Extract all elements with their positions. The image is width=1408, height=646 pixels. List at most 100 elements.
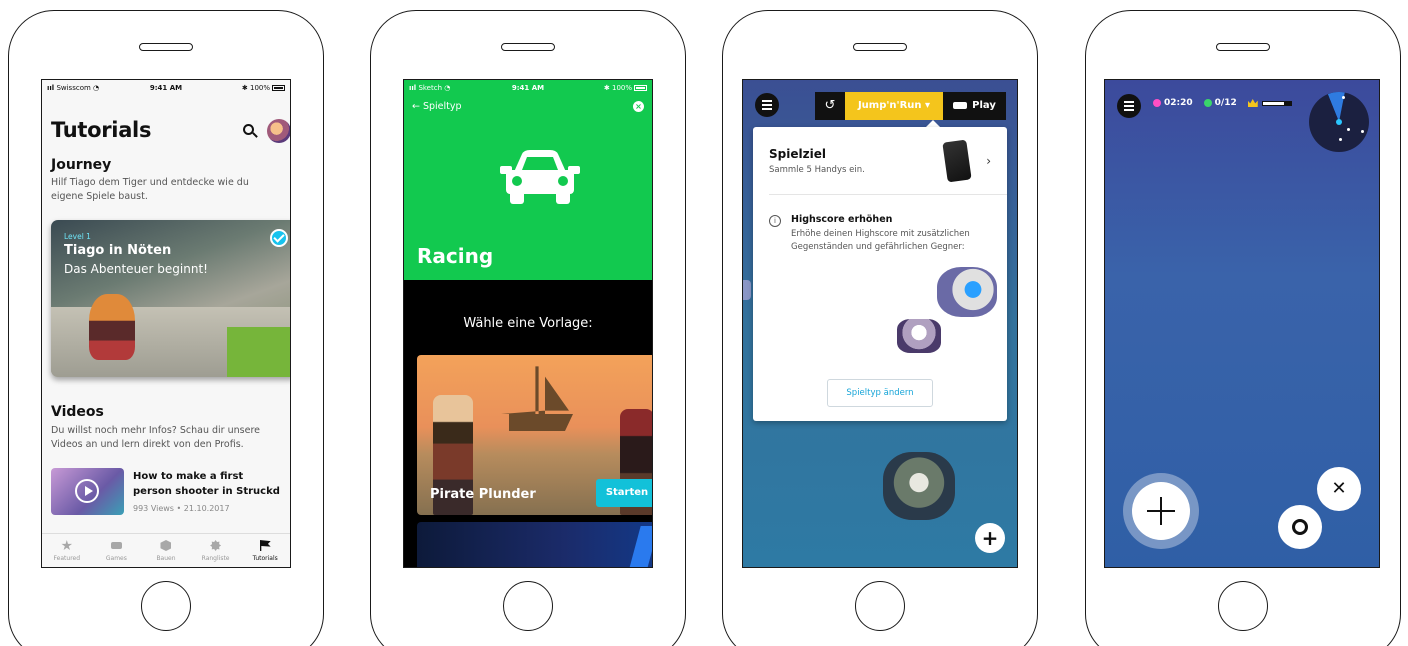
circle-action-button[interactable] bbox=[1278, 505, 1322, 549]
chevron-right-icon[interactable]: › bbox=[986, 154, 991, 168]
timer: 02:20 bbox=[1153, 98, 1193, 108]
battery-icon bbox=[272, 85, 285, 91]
tutorials-screen: ııl Swisscom ◔ 9:41 AM ✱ 100% Tutorials … bbox=[41, 79, 291, 568]
start-button[interactable]: Starten bbox=[596, 479, 652, 507]
movement-joystick[interactable] bbox=[1123, 473, 1199, 549]
play-icon bbox=[75, 479, 99, 503]
popup-pointer bbox=[926, 120, 940, 127]
timer-value: 02:20 bbox=[1164, 98, 1193, 108]
tab-featured[interactable]: Featured bbox=[42, 534, 92, 567]
phone-speaker bbox=[501, 43, 555, 51]
highscore-title: Highscore erhöhen bbox=[791, 214, 893, 225]
video-thumbnail[interactable] bbox=[51, 468, 124, 515]
video-title[interactable]: How to make a first person shooter in St… bbox=[133, 469, 283, 499]
template-screen: ııl Sketch ◔ 9:41 AM ✱ 100% ← Spieltyp ×… bbox=[403, 79, 653, 568]
editor-toolbar: ↺ Jump'n'Run ▾ Play bbox=[815, 92, 1006, 120]
genre-title: Racing bbox=[417, 244, 494, 268]
journey-card[interactable]: Level 1 Tiago in Nöten Das Abenteuer beg… bbox=[51, 220, 290, 377]
template-art bbox=[627, 526, 652, 567]
phone-speaker bbox=[139, 43, 193, 51]
template-card-next[interactable] bbox=[417, 522, 652, 567]
gamepad-icon bbox=[110, 542, 122, 549]
flag-icon bbox=[259, 540, 271, 551]
undo-button[interactable]: ↺ bbox=[815, 92, 845, 120]
play-button[interactable]: Play bbox=[943, 92, 1006, 120]
close-icon[interactable]: × bbox=[633, 101, 644, 112]
cube-icon bbox=[160, 540, 172, 551]
tab-games[interactable]: Games bbox=[92, 534, 142, 567]
status-bar: ııl Swisscom ◔ 9:41 AM ✱ 100% bbox=[42, 80, 290, 96]
tab-label: Featured bbox=[53, 555, 81, 562]
card-title: Tiago in Nöten bbox=[64, 243, 172, 258]
editor-screen: ↺ Jump'n'Run ▾ Play Spielziel Sammle 5 H… bbox=[742, 79, 1018, 568]
home-button[interactable] bbox=[1218, 581, 1268, 631]
phone-speaker bbox=[853, 43, 907, 51]
car-icon bbox=[500, 150, 580, 204]
checkmark-icon bbox=[270, 229, 288, 247]
play-label: Play bbox=[972, 100, 996, 111]
pirate-ship bbox=[501, 366, 573, 431]
tab-bar: Featured Games Bauen Rangliste Tutorials bbox=[42, 533, 290, 567]
collectible-icon bbox=[1203, 99, 1212, 107]
game-type-dropdown[interactable]: Jump'n'Run ▾ bbox=[845, 92, 943, 120]
tab-label: Tutorials bbox=[252, 555, 278, 562]
template-card[interactable]: Pirate Plunder Starten bbox=[417, 355, 652, 515]
info-icon: i bbox=[769, 215, 781, 227]
home-button[interactable] bbox=[141, 581, 191, 631]
battery-icon bbox=[634, 85, 647, 91]
collected-counter: 0/12 bbox=[1203, 98, 1237, 108]
timer-icon bbox=[1153, 99, 1161, 107]
radar-minimap bbox=[1309, 92, 1369, 152]
home-button[interactable] bbox=[855, 581, 905, 631]
tab-label: Bauen bbox=[156, 555, 176, 562]
tiger-character bbox=[89, 294, 135, 360]
phone-frame-editor: ↺ Jump'n'Run ▾ Play Spielziel Sammle 5 H… bbox=[722, 10, 1038, 646]
divider bbox=[769, 194, 1007, 195]
back-button[interactable]: ← Spieltyp bbox=[412, 101, 462, 112]
joystick-knob[interactable] bbox=[1132, 482, 1190, 540]
card-level: Level 1 bbox=[64, 232, 91, 241]
tab-tutorials[interactable]: Tutorials bbox=[240, 534, 290, 567]
star-icon bbox=[61, 540, 73, 551]
videos-description: Du willst noch mehr Infos? Schau dir uns… bbox=[51, 425, 260, 450]
robot-sprite bbox=[743, 280, 751, 300]
template-name: Pirate Plunder bbox=[430, 487, 536, 502]
add-object-button[interactable]: + bbox=[975, 523, 1005, 553]
videos-heading: Videos bbox=[51, 404, 104, 420]
goal-title: Spielziel bbox=[769, 147, 826, 161]
tab-bauen[interactable]: Bauen bbox=[141, 534, 191, 567]
move-arrows-icon bbox=[1147, 510, 1175, 512]
journey-description: Hilf Tiago dem Tiger und entdecke wie du… bbox=[51, 177, 249, 202]
template-prompt: Wähle eine Vorlage: bbox=[463, 316, 593, 331]
x-action-button[interactable]: ✕ bbox=[1317, 467, 1361, 511]
radar-point bbox=[1347, 128, 1350, 131]
progress-bar bbox=[1261, 100, 1292, 106]
phone-frame-game: 02:20 0/12 ✕ bbox=[1085, 10, 1401, 646]
status-time: 9:41 AM bbox=[511, 84, 545, 92]
avatar[interactable] bbox=[267, 119, 290, 143]
menu-icon[interactable] bbox=[1117, 94, 1141, 118]
gamepad-icon bbox=[953, 101, 968, 109]
status-bar: ııl Sketch ◔ 9:41 AM ✱ 100% bbox=[404, 80, 652, 96]
enemy-robot-image bbox=[937, 267, 997, 317]
video-meta: 993 Views • 21.10.2017 bbox=[133, 504, 230, 513]
progress-fill bbox=[1262, 101, 1284, 105]
highscore-progress bbox=[1247, 99, 1292, 107]
tab-label: Games bbox=[105, 555, 127, 562]
card-subtitle: Das Abenteuer beginnt! bbox=[64, 262, 208, 276]
tab-rangliste[interactable]: Rangliste bbox=[191, 534, 241, 567]
phone-frame-template: ııl Sketch ◔ 9:41 AM ✱ 100% ← Spieltyp ×… bbox=[370, 10, 686, 646]
enemy-robot-image bbox=[897, 319, 941, 353]
radar-point bbox=[1361, 130, 1364, 133]
highscore-description: Erhöhe deinen Highscore mit zusätzlichen… bbox=[791, 229, 970, 252]
tab-label: Rangliste bbox=[201, 555, 230, 562]
menu-icon[interactable] bbox=[755, 93, 779, 117]
enemy-character[interactable] bbox=[883, 452, 955, 520]
search-icon[interactable] bbox=[243, 124, 254, 135]
crown-icon bbox=[1247, 99, 1258, 107]
journey-heading: Journey bbox=[51, 157, 112, 173]
home-button[interactable] bbox=[503, 581, 553, 631]
page-title: Tutorials bbox=[51, 118, 152, 142]
phone-speaker bbox=[1216, 43, 1270, 51]
change-game-type-button[interactable]: Spieltyp ändern bbox=[827, 379, 933, 407]
